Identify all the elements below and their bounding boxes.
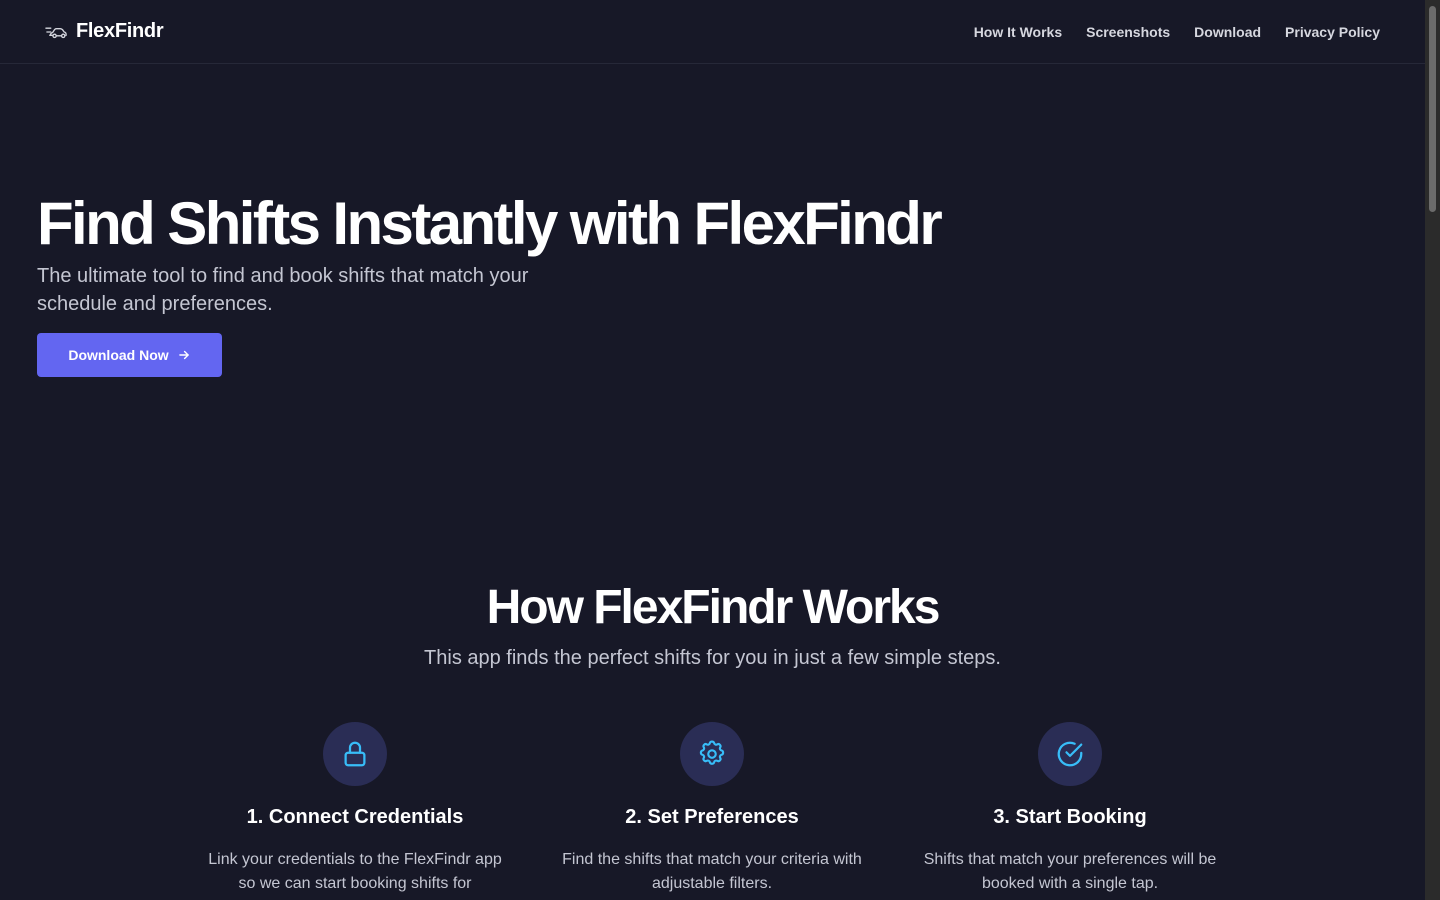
brand-logo-link[interactable]: FlexFindr — [45, 20, 164, 43]
gear-icon — [699, 740, 725, 765]
page: FlexFindr How It Works Screenshots Downl… — [0, 0, 1425, 900]
nav-link-screenshots[interactable]: Screenshots — [1086, 22, 1170, 42]
step-icon-circle — [323, 722, 387, 786]
brand-name: FlexFindr — [76, 20, 164, 42]
step-icon-circle — [1038, 722, 1102, 786]
step-card-start-booking: 3. Start Booking Shifts that match your … — [915, 722, 1225, 896]
step-card-connect-credentials: 1. Connect Credentials Link your credent… — [200, 722, 510, 896]
download-now-label: Download Now — [68, 347, 169, 363]
how-it-works-subtitle: This app finds the perfect shifts for yo… — [424, 647, 1001, 669]
nav-link-how-it-works[interactable]: How It Works — [974, 22, 1062, 42]
car-icon — [45, 26, 67, 38]
check-circle-icon — [1057, 741, 1083, 767]
how-it-works-title: How FlexFindr Works — [486, 581, 941, 634]
hero-subtitle: The ultimate tool to find and book shift… — [37, 265, 529, 315]
step-card-set-preferences: 2. Set Preferences Find the shifts that … — [557, 722, 867, 896]
step-description: Link your credentials to the FlexFindr a… — [208, 851, 502, 892]
nav-link-privacy-policy[interactable]: Privacy Policy — [1285, 22, 1380, 42]
step-description: Find the shifts that match your criteria… — [562, 851, 862, 892]
vertical-scrollbar[interactable] — [1425, 0, 1440, 900]
hero-title: Find Shifts Instantly with FlexFindr — [37, 190, 943, 257]
step-title: 2. Set Preferences — [625, 806, 799, 828]
download-now-button[interactable]: Download Now — [37, 333, 222, 377]
site-header: FlexFindr How It Works Screenshots Downl… — [0, 0, 1425, 64]
step-description: Shifts that match your preferences will … — [923, 851, 1217, 892]
scrollbar-thumb[interactable] — [1429, 6, 1436, 212]
step-title: 1. Connect Credentials — [246, 806, 464, 828]
lock-icon — [344, 741, 366, 767]
nav-link-download[interactable]: Download — [1194, 22, 1261, 42]
main-nav: How It Works Screenshots Download Privac… — [974, 22, 1380, 42]
arrow-right-icon — [178, 350, 189, 360]
step-title: 3. Start Booking — [993, 806, 1147, 828]
step-icon-circle — [680, 722, 744, 786]
